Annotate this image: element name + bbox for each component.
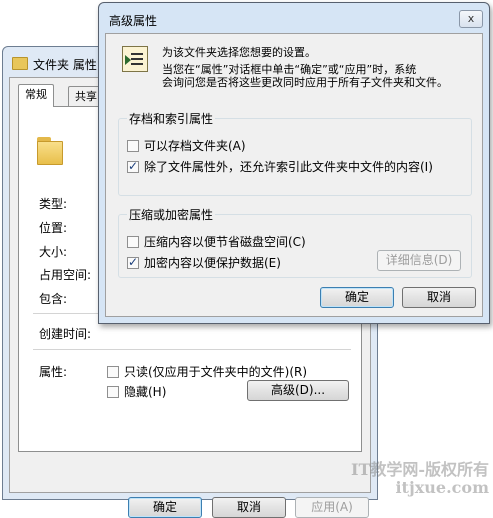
hidden-label: 隐藏(H) bbox=[124, 385, 167, 399]
folder-properties-title: 文件夹 属性 bbox=[33, 58, 97, 72]
compress-encrypt-group: 压缩或加密属性 压缩内容以便节省磁盘空间(C) 加密内容以便保护数据(E) 详细… bbox=[118, 206, 472, 278]
watermark-line1: IT教学网-版权所有 bbox=[350, 460, 489, 479]
size-on-disk-label: 占用空间: bbox=[39, 268, 92, 282]
ok-button[interactable]: 确定 bbox=[128, 497, 202, 518]
separator bbox=[33, 349, 351, 350]
advanced-attributes-title: 高级属性 bbox=[109, 14, 158, 28]
size-label: 大小: bbox=[39, 245, 68, 259]
intro-text-line3: 会询问您是否将这些更改同时应用于所有子文件夹和文件。 bbox=[162, 76, 448, 89]
compress-checkbox[interactable] bbox=[127, 235, 139, 248]
settings-info-icon bbox=[122, 46, 148, 72]
attributes-label: 属性: bbox=[39, 365, 68, 379]
encrypt-checkbox[interactable] bbox=[127, 255, 139, 269]
advanced-attributes-body: 为该文件夹选择您想要的设置。 当您在“属性”对话框中单击“确定”或“应用”时，系… bbox=[105, 33, 483, 317]
dialog-cancel-button[interactable]: 取消 bbox=[402, 287, 476, 308]
index-label: 除了文件属性外，还允许索引此文件夹中文件的内容(I) bbox=[144, 160, 433, 174]
archive-group-title: 存档和索引属性 bbox=[127, 110, 216, 127]
intro-text-line1: 为该文件夹选择您想要的设置。 bbox=[162, 46, 316, 59]
readonly-label: 只读(仅应用于文件夹中的文件)(R) bbox=[124, 365, 308, 379]
hidden-checkbox-row[interactable]: 隐藏(H) bbox=[107, 383, 166, 400]
advanced-attributes-dialog: 高级属性 x 为该文件夹选择您想要的设置。 当您在“属性”对话框中单击“确定”或… bbox=[98, 2, 490, 324]
readonly-checkbox[interactable] bbox=[107, 365, 119, 378]
dialog-ok-button[interactable]: 确定 bbox=[320, 287, 394, 308]
encrypt-checkbox-row[interactable]: 加密内容以便保护数据(E) bbox=[127, 254, 281, 271]
cancel-button[interactable]: 取消 bbox=[212, 497, 286, 518]
tab-general[interactable]: 常规 bbox=[18, 84, 54, 107]
location-label: 位置: bbox=[39, 221, 68, 235]
contains-label: 包含: bbox=[39, 292, 68, 306]
advanced-button[interactable]: 高级(D)... bbox=[247, 380, 349, 401]
archive-checkbox-row[interactable]: 可以存档文件夹(A) bbox=[127, 137, 246, 154]
archive-index-group: 存档和索引属性 可以存档文件夹(A) 除了文件属性外，还允许索引此文件夹中文件的… bbox=[118, 110, 472, 196]
index-checkbox-row[interactable]: 除了文件属性外，还允许索引此文件夹中文件的内容(I) bbox=[127, 158, 433, 175]
type-label: 类型: bbox=[39, 197, 68, 211]
readonly-checkbox-row[interactable]: 只读(仅应用于文件夹中的文件)(R) bbox=[107, 363, 307, 380]
apply-button[interactable]: 应用(A) bbox=[295, 497, 369, 518]
folder-large-icon bbox=[35, 135, 63, 165]
details-button[interactable]: 详细信息(D) bbox=[377, 250, 461, 271]
compress-checkbox-row[interactable]: 压缩内容以便节省磁盘空间(C) bbox=[127, 233, 306, 250]
watermark-line2: itjxue.com bbox=[395, 478, 489, 497]
archive-checkbox[interactable] bbox=[127, 139, 139, 152]
encrypt-label: 加密内容以便保护数据(E) bbox=[144, 256, 281, 270]
folder-icon bbox=[12, 57, 28, 70]
index-checkbox[interactable] bbox=[127, 159, 139, 173]
compress-label: 压缩内容以便节省磁盘空间(C) bbox=[144, 235, 306, 249]
compress-group-title: 压缩或加密属性 bbox=[127, 206, 216, 223]
close-button[interactable]: x bbox=[459, 10, 483, 28]
created-label: 创建时间: bbox=[39, 327, 92, 341]
hidden-checkbox[interactable] bbox=[107, 385, 119, 398]
archive-label: 可以存档文件夹(A) bbox=[144, 139, 246, 153]
